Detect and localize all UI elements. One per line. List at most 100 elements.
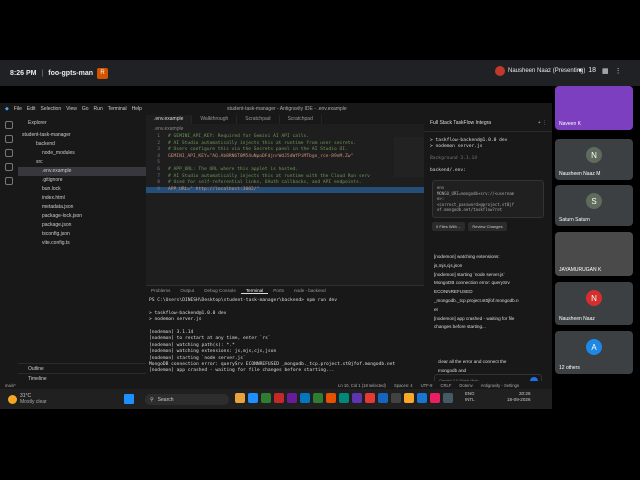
tree-item[interactable]: package.json bbox=[18, 221, 146, 230]
panel-tab[interactable]: node - backend bbox=[289, 288, 331, 293]
run-debug-icon[interactable] bbox=[5, 163, 13, 171]
tree-item[interactable]: metadata.json bbox=[18, 203, 146, 212]
tree-item[interactable]: tsconfig.json bbox=[18, 230, 146, 239]
participant-name: 12 others bbox=[559, 365, 580, 371]
app-icon[interactable] bbox=[365, 393, 375, 403]
tab-scratchpad[interactable]: Scratchpad bbox=[237, 115, 280, 124]
whatsapp-icon[interactable] bbox=[313, 393, 323, 403]
app-icon[interactable] bbox=[274, 393, 284, 403]
code-text: # Users configure this via the Secrets p… bbox=[168, 147, 348, 153]
presenter-chip[interactable]: Nausheen Naaz (Presenting) bbox=[495, 66, 585, 76]
project-root[interactable]: student-task-manager bbox=[18, 131, 146, 140]
tree-item[interactable]: src bbox=[18, 158, 146, 167]
grid-icon[interactable]: ▦ bbox=[602, 67, 609, 75]
agent-menu-icon[interactable]: + ⋮ bbox=[538, 120, 547, 126]
store-icon[interactable] bbox=[261, 393, 271, 403]
extensions-icon[interactable] bbox=[5, 177, 13, 185]
search-icon[interactable] bbox=[5, 135, 13, 143]
files-changed-button[interactable]: 0 Files With ... bbox=[432, 221, 466, 231]
app-icon[interactable] bbox=[430, 393, 440, 403]
system-clock[interactable]: 20:26 18-09-2026 bbox=[507, 391, 531, 403]
app-icon[interactable] bbox=[287, 393, 297, 403]
app-icon[interactable] bbox=[352, 393, 362, 403]
tab-scratchpad-2[interactable]: Scratchpad bbox=[280, 115, 322, 124]
card-line: of.mongodb.net/taskflow?ret bbox=[437, 207, 503, 212]
code-text: # APP_URL: The URL where this applet is … bbox=[168, 166, 298, 172]
menu-edit[interactable]: Edit bbox=[27, 106, 36, 112]
browser-icon[interactable] bbox=[417, 393, 427, 403]
panel-tab[interactable]: Problems bbox=[146, 288, 175, 293]
tree-item[interactable]: bun.lock bbox=[18, 185, 146, 194]
review-changes-button[interactable]: Review Changes bbox=[468, 221, 507, 231]
code-area[interactable]: 1 # GEMINI_API_KEY: Required for Gemini A… bbox=[146, 134, 424, 194]
tree-item[interactable]: package-lock.json bbox=[18, 212, 146, 221]
tree-item[interactable]: .env.example bbox=[18, 167, 146, 176]
menu-go[interactable]: Go bbox=[82, 106, 89, 112]
panel-tab[interactable]: Ports bbox=[268, 288, 289, 293]
source-control-icon[interactable] bbox=[5, 149, 13, 157]
terminal-icon[interactable] bbox=[391, 393, 401, 403]
git-branch[interactable]: main* bbox=[5, 383, 16, 388]
status-item[interactable]: Dotenv bbox=[459, 383, 472, 388]
status-item[interactable]: UTF-8 bbox=[421, 383, 433, 388]
status-item[interactable]: CRLF bbox=[440, 383, 451, 388]
folder-icon[interactable] bbox=[404, 393, 414, 403]
app-icon[interactable] bbox=[443, 393, 453, 403]
participant-tile[interactable]: N Nausheen Naaz bbox=[555, 282, 633, 325]
minimap[interactable] bbox=[394, 137, 424, 177]
more-icon[interactable]: ⋮ bbox=[615, 67, 622, 75]
explorer-icon[interactable] bbox=[5, 121, 13, 129]
menu-file[interactable]: File bbox=[14, 106, 22, 112]
menu-help[interactable]: Help bbox=[132, 106, 142, 112]
file-explorer-icon[interactable] bbox=[235, 393, 245, 403]
participant-count: 18 bbox=[588, 67, 597, 74]
tree-item[interactable]: node_modules bbox=[18, 149, 146, 158]
status-item[interactable]: Spaces: 4 bbox=[394, 383, 413, 388]
menu-selection[interactable]: Selection bbox=[41, 106, 62, 112]
participant-tile[interactable]: Naveen K bbox=[555, 86, 633, 130]
app-icon[interactable] bbox=[326, 393, 336, 403]
tree-item[interactable]: backend bbox=[18, 140, 146, 149]
participant-name: Nausheen Naaz M bbox=[559, 171, 601, 177]
vscode-icon[interactable] bbox=[378, 393, 388, 403]
search-box[interactable]: ⚲ Search bbox=[145, 394, 229, 405]
agent-status: Background 3.1.14 bbox=[430, 156, 478, 161]
weather-widget[interactable]: 31°C Mostly clear bbox=[8, 393, 47, 405]
menu-terminal[interactable]: Terminal bbox=[108, 106, 127, 112]
app-icon[interactable] bbox=[300, 393, 310, 403]
status-item[interactable]: Ln 10, Col 1 (18 selected) bbox=[338, 383, 386, 388]
agent-log-line: et bbox=[434, 306, 438, 312]
terminal-output[interactable]: PS C:\Users\DINESH\Desktop\student-task-… bbox=[146, 295, 424, 378]
participant-tile[interactable]: A 12 others bbox=[555, 331, 633, 374]
edge-icon[interactable] bbox=[248, 393, 258, 403]
weather-icon bbox=[8, 394, 17, 404]
participant-tile[interactable]: S Saturn Saturn bbox=[555, 185, 633, 226]
participant-name: Nausheen Naaz bbox=[559, 316, 595, 322]
tree-item[interactable]: .gitignore bbox=[18, 176, 146, 185]
breadcrumb: .env.example bbox=[154, 126, 184, 132]
tree-item[interactable]: index.html bbox=[18, 194, 146, 203]
menu-view[interactable]: View bbox=[66, 106, 77, 112]
separator: | bbox=[41, 69, 44, 77]
participant-tile[interactable]: JAYAMURUGAN K bbox=[555, 232, 633, 276]
panel-tab[interactable]: Terminal bbox=[240, 288, 269, 294]
language-indicator[interactable]: ENG INTL bbox=[465, 391, 475, 403]
status-item[interactable]: Antigravity - Settings bbox=[481, 383, 519, 388]
tab-walkthrough[interactable]: Walkthrough bbox=[192, 115, 238, 124]
tree-item[interactable]: vite.config.ts bbox=[18, 239, 146, 248]
menu-run[interactable]: Run bbox=[94, 106, 103, 112]
agent-code-card: env MONGO_URI=mongodb+srv://<usernam e>:… bbox=[432, 180, 544, 218]
code-line: 6 # APP_URL: The URL where this applet is… bbox=[146, 167, 424, 174]
agent-cwd: backend/.env: bbox=[430, 168, 466, 173]
tab-env-example[interactable]: .env.example bbox=[146, 115, 193, 124]
code-text: # GEMINI_API_KEY: Required for Gemini AI… bbox=[168, 134, 310, 139]
app-icon[interactable] bbox=[339, 393, 349, 403]
explorer-header: Explorer bbox=[28, 120, 47, 126]
people-icon[interactable]: ● bbox=[578, 67, 582, 75]
windows-start-icon[interactable] bbox=[124, 394, 134, 404]
participant-tile[interactable]: N Nausheen Naaz M bbox=[555, 139, 633, 180]
outline-section[interactable]: Outline bbox=[18, 363, 146, 373]
agent-log-line: _mongodb._tcp.project.st0jfof.mongodb.n bbox=[434, 297, 519, 303]
panel-tab[interactable]: Output bbox=[175, 288, 199, 293]
panel-tab[interactable]: Debug Console bbox=[199, 288, 241, 293]
